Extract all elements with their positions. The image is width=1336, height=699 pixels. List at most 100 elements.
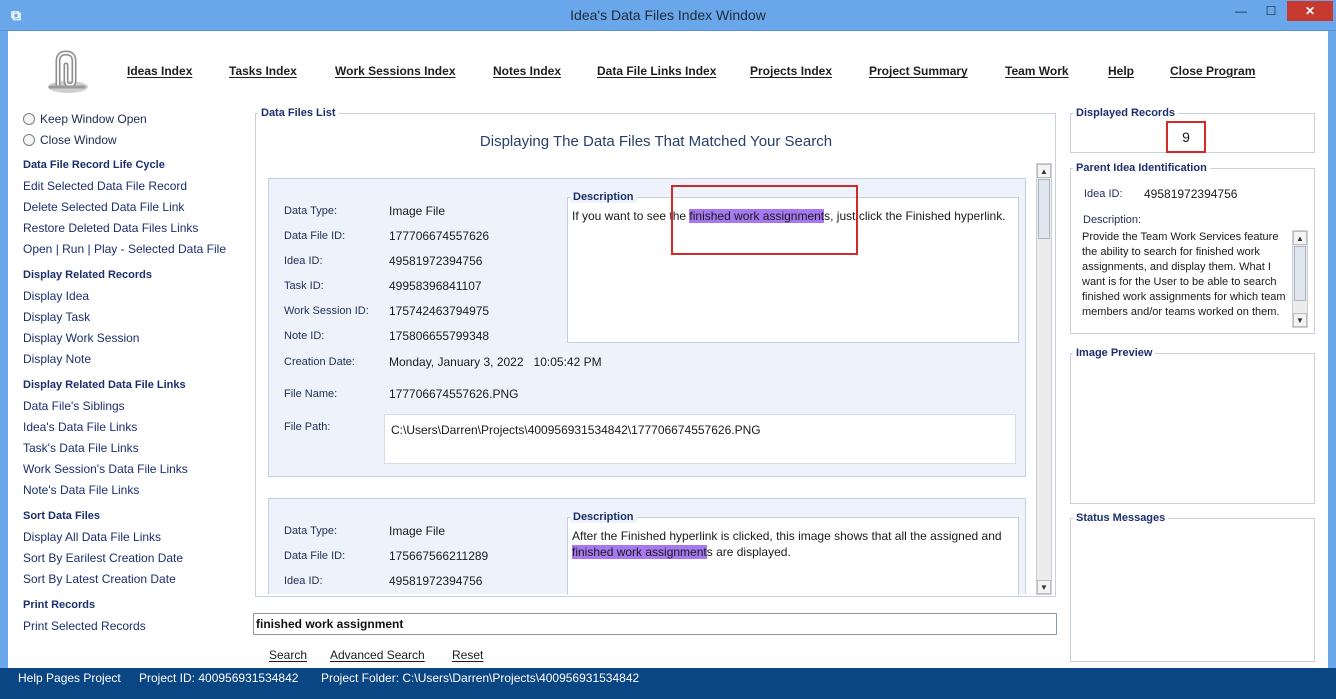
parent-description-scrollbar[interactable]: ▲ ▼ xyxy=(1292,230,1308,328)
minimize-button[interactable]: — xyxy=(1226,1,1256,21)
maximize-button[interactable]: ☐ xyxy=(1256,1,1286,21)
print-selected-link[interactable]: Print Selected Records xyxy=(23,619,146,633)
display-work-session-link[interactable]: Display Work Session xyxy=(23,331,139,345)
restore-deleted-links[interactable]: Restore Deleted Data Files Links xyxy=(23,221,198,235)
data-file-id-value: 175667566211289 xyxy=(389,549,489,563)
display-note-link[interactable]: Display Note xyxy=(23,352,91,366)
window-content: Ideas Index Tasks Index Work Sessions In… xyxy=(8,31,1328,668)
note-file-links-link[interactable]: Note's Data File Links xyxy=(23,483,139,497)
window-frame-left xyxy=(0,31,8,668)
creation-date-value: Monday, January 3, 2022 10:05:42 PM xyxy=(389,355,602,369)
data-type-label: Data Type: xyxy=(284,525,337,537)
keep-window-open-radio[interactable]: Keep Window Open xyxy=(23,111,147,127)
scroll-down-button[interactable]: ▼ xyxy=(1037,580,1051,594)
siblings-link[interactable]: Data File's Siblings xyxy=(23,399,125,413)
scroll-up-button[interactable]: ▲ xyxy=(1037,164,1051,178)
data-type-label: Data Type: xyxy=(284,205,337,217)
image-preview-title: Image Preview xyxy=(1073,347,1156,359)
desc-text-before: After the Finished hyperlink is clicked,… xyxy=(572,529,1002,543)
file-path-box: C:\Users\Darren\Projects\400956931534842… xyxy=(384,414,1016,464)
data-file-id-label: Data File ID: xyxy=(284,230,346,242)
nav-tasks-index[interactable]: Tasks Index xyxy=(229,64,297,78)
display-idea-link[interactable]: Display Idea xyxy=(23,289,89,303)
nav-close-program[interactable]: Close Program xyxy=(1170,64,1255,78)
desc-text-after: s are displayed. xyxy=(706,545,791,559)
advanced-search-button[interactable]: Advanced Search xyxy=(330,648,425,662)
annotation-highlight-box xyxy=(671,185,858,255)
note-id-label: Note ID: xyxy=(284,330,325,342)
nav-help[interactable]: Help xyxy=(1108,64,1134,78)
file-path-value: C:\Users\Darren\Projects\400956931534842… xyxy=(391,423,761,437)
nav-data-file-links-index[interactable]: Data File Links Index xyxy=(597,64,716,78)
data-file-id-value: 177706674557626 xyxy=(389,229,490,243)
parent-description-text: Provide the Team Work Services feature t… xyxy=(1082,231,1286,318)
section-related-records: Display Related Records xyxy=(23,269,152,281)
description-text: After the Finished hyperlink is clicked,… xyxy=(572,528,1012,560)
idea-id-value: 49581972394756 xyxy=(389,254,483,268)
close-window-radio[interactable]: Close Window xyxy=(23,132,117,148)
list-heading: Displaying The Data Files That Matched Y… xyxy=(479,133,833,150)
status-bar: Help Pages Project Project ID: 400956931… xyxy=(0,668,1336,699)
sort-latest-link[interactable]: Sort By Latest Creation Date xyxy=(23,572,176,586)
sort-earliest-link[interactable]: Sort By Earilest Creation Date xyxy=(23,551,183,565)
nav-notes-index[interactable]: Notes Index xyxy=(493,64,561,78)
scroll-up-button[interactable]: ▲ xyxy=(1293,231,1307,245)
data-file-record[interactable]: Data Type: Image File Data File ID: 1756… xyxy=(268,498,1026,595)
idea-file-links-link[interactable]: Idea's Data File Links xyxy=(23,420,137,434)
nav-projects-index[interactable]: Projects Index xyxy=(750,64,832,78)
title-bar: ⧉ Idea's Data Files Index Window — ☐ ✕ xyxy=(0,0,1336,31)
scroll-down-button[interactable]: ▼ xyxy=(1293,313,1307,327)
data-file-record[interactable]: Data Type: Image File Data File ID: 1777… xyxy=(268,178,1026,477)
list-scrollbar[interactable]: ▲ ▼ xyxy=(1036,163,1052,595)
status-messages-group xyxy=(1070,518,1315,662)
displayed-records-count: 9 xyxy=(1166,121,1206,153)
section-related-file-links: Display Related Data File Links xyxy=(23,379,186,391)
parent-idea-id-value: 49581972394756 xyxy=(1144,187,1238,201)
task-id-label: Task ID: xyxy=(284,280,324,292)
note-id-value: 175806655799348 xyxy=(389,329,490,343)
idea-id-label: Idea ID: xyxy=(284,255,323,267)
status-project-folder: Project Folder: C:\Users\Darren\Projects… xyxy=(321,671,640,685)
data-type-value: Image File xyxy=(389,524,446,538)
display-task-link[interactable]: Display Task xyxy=(23,310,90,324)
open-run-play-link[interactable]: Open | Run | Play - Selected Data File xyxy=(23,242,226,256)
display-all-links[interactable]: Display All Data File Links xyxy=(23,530,161,544)
nav-work-sessions-index[interactable]: Work Sessions Index xyxy=(335,64,456,78)
close-window-button[interactable]: ✕ xyxy=(1287,1,1333,21)
radio-circle[interactable] xyxy=(23,113,35,125)
data-type-value: Image File xyxy=(389,204,446,218)
nav-team-work[interactable]: Team Work xyxy=(1005,64,1069,78)
radio-label: Keep Window Open xyxy=(40,112,147,126)
data-file-id-label: Data File ID: xyxy=(284,550,346,562)
reset-button[interactable]: Reset xyxy=(452,648,483,662)
search-input[interactable] xyxy=(253,613,1057,635)
radio-label: Close Window xyxy=(40,133,117,147)
parent-description-label: Description: xyxy=(1083,214,1142,226)
parent-idea-id-label: Idea ID: xyxy=(1084,188,1123,200)
nav-ideas-index[interactable]: Ideas Index xyxy=(127,64,192,78)
displayed-records-title: Displayed Records xyxy=(1073,107,1179,119)
search-button[interactable]: Search xyxy=(269,648,307,662)
idea-id-value: 49581972394756 xyxy=(389,574,483,588)
scroll-thumb[interactable] xyxy=(1038,179,1050,239)
data-files-list-title: Data Files List xyxy=(258,107,339,119)
task-id-value: 49958396841107 xyxy=(389,279,482,293)
status-project-id: Project ID: 400956931534842 xyxy=(139,671,299,685)
file-name-label: File Name: xyxy=(284,388,338,400)
app-logo-icon xyxy=(48,50,88,93)
work-session-id-value: 175742463794975 xyxy=(389,304,490,318)
nav-project-summary[interactable]: Project Summary xyxy=(869,64,968,78)
idea-id-label: Idea ID: xyxy=(284,575,323,587)
parent-idea-title: Parent Idea Identification xyxy=(1073,162,1210,174)
delete-selected-link[interactable]: Delete Selected Data File Link xyxy=(23,200,184,214)
status-messages-title: Status Messages xyxy=(1073,512,1169,524)
section-record-life-cycle: Data File Record Life Cycle xyxy=(23,159,165,171)
work-session-file-links-link[interactable]: Work Session's Data File Links xyxy=(23,462,188,476)
status-project-name: Help Pages Project xyxy=(18,671,121,685)
task-file-links-link[interactable]: Task's Data File Links xyxy=(23,441,139,455)
scroll-thumb[interactable] xyxy=(1294,246,1306,301)
edit-selected-record-link[interactable]: Edit Selected Data File Record xyxy=(23,179,187,193)
section-sort-data-files: Sort Data Files xyxy=(23,510,101,522)
radio-circle[interactable] xyxy=(23,134,35,146)
search-highlight: finished work assignment xyxy=(572,545,707,559)
